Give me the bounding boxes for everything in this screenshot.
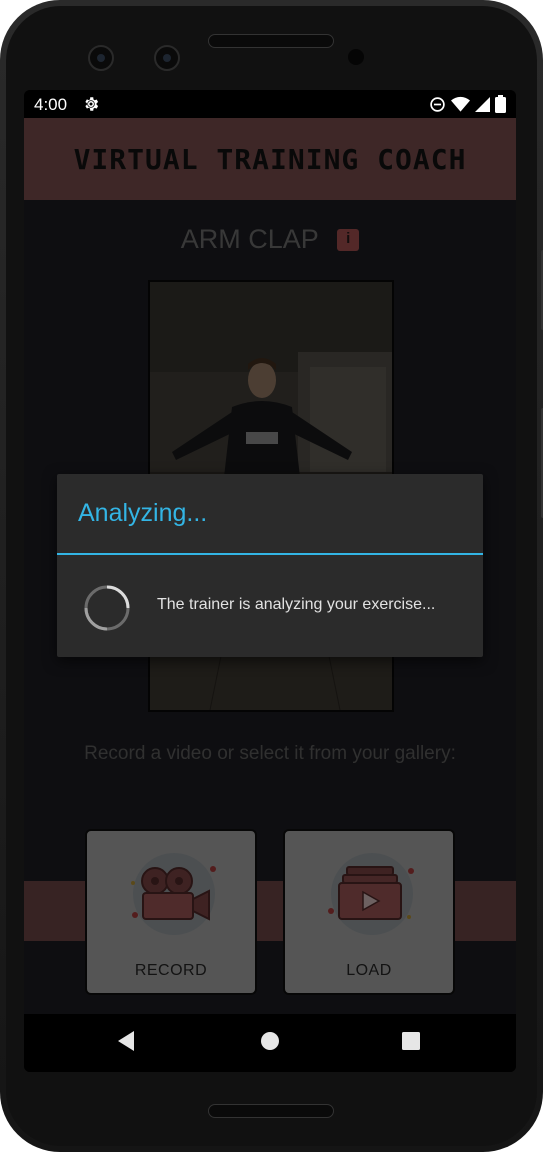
- front-camera-left: [88, 45, 114, 71]
- video-camera-icon: [131, 866, 216, 921]
- phone-frame: 4:00 VIRTUAL TRAINING COACH ARM CLAP i R…: [0, 0, 543, 1152]
- app-title: VIRTUAL TRAINING COACH: [73, 142, 467, 176]
- progress-dialog: Analyzing... The trainer is analyzing yo…: [57, 474, 483, 657]
- wifi-icon: [451, 96, 470, 112]
- status-icons: [429, 95, 506, 113]
- exercise-row: ARM CLAP: [24, 224, 516, 255]
- gear-icon: [85, 97, 99, 111]
- home-icon[interactable]: [260, 1030, 280, 1052]
- do-not-disturb-icon: [430, 96, 445, 112]
- record-label: RECORD: [134, 962, 208, 979]
- recents-icon[interactable]: [401, 1030, 421, 1052]
- load-label: LOAD: [346, 962, 392, 979]
- proximity-sensor: [348, 49, 364, 65]
- loading-spinner-icon: [84, 585, 130, 631]
- navigation-bar: [24, 1014, 516, 1072]
- front-camera-right: [154, 45, 180, 71]
- bottom-speaker: [208, 1104, 334, 1118]
- dialog-title: Analyzing...: [78, 499, 208, 527]
- status-time: 4:00: [34, 95, 68, 114]
- screen: 4:00 VIRTUAL TRAINING COACH ARM CLAP i R…: [24, 90, 516, 1072]
- signal-icon: [475, 96, 490, 112]
- record-button[interactable]: RECORD: [85, 829, 257, 995]
- back-icon[interactable]: [116, 1030, 136, 1052]
- status-bar: 4:00: [24, 90, 516, 118]
- earpiece-speaker: [208, 34, 334, 48]
- dialog-message: The trainer is analyzing your exercise..…: [157, 596, 436, 613]
- instruction-text: Record a video or select it from your ga…: [84, 743, 456, 764]
- video-library-icon: [328, 866, 414, 920]
- exercise-title: ARM CLAP: [180, 224, 319, 254]
- dialog-divider: [57, 553, 483, 555]
- load-button[interactable]: LOAD: [283, 829, 455, 995]
- app-header: VIRTUAL TRAINING COACH: [24, 118, 516, 200]
- info-icon[interactable]: [337, 228, 360, 251]
- battery-icon: [495, 95, 506, 113]
